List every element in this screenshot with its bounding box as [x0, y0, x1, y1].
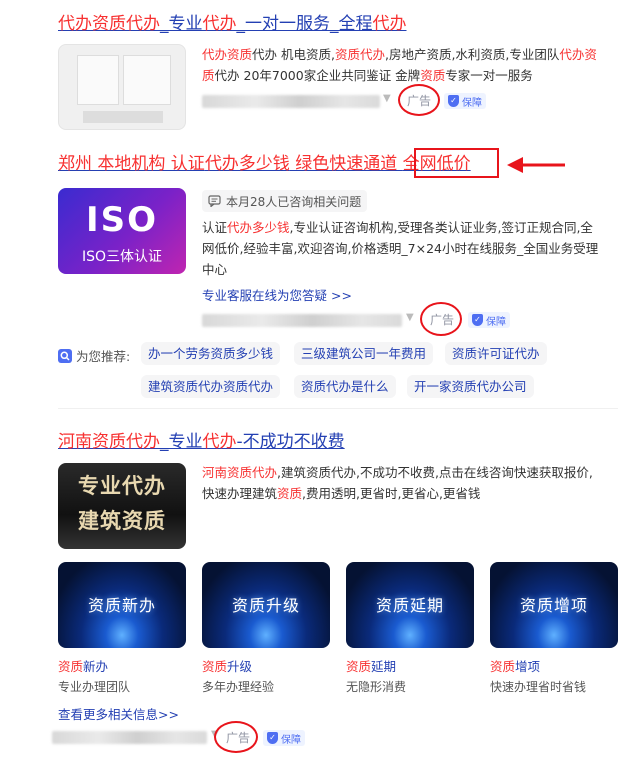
guarantee-badge[interactable]: ✓ 保障 [468, 312, 510, 328]
result-3-description: 河南资质代办,建筑资质代办,不成功不收费,点击在线咨询快速获取报价, 快速办理建… [202, 465, 593, 501]
annotation-circle [214, 721, 258, 753]
consult-count-tag: 本月28人已咨询相关问题 [202, 190, 368, 212]
certificate-doc-left [77, 55, 119, 105]
recommend-chip[interactable]: 资质代办是什么 [294, 375, 396, 398]
certificate-doc-right [123, 55, 171, 105]
recommend-chip[interactable]: 开一家资质代办公司 [407, 375, 534, 398]
recommend-header: 为您推荐: [58, 346, 130, 365]
annotation-circle [398, 84, 440, 116]
divider [58, 408, 618, 409]
result-2-title[interactable]: 郑州 本地机构 认证代办多少钱 绿色快速通道 全网低价 [58, 152, 471, 176]
service-tile-caption[interactable]: 资质新办 [58, 656, 108, 675]
annotation-box [414, 148, 499, 178]
recommend-chip[interactable]: 办一个劳务资质多少钱 [141, 342, 281, 365]
service-tile-caption[interactable]: 资质延期 [346, 656, 396, 675]
service-tile-image[interactable]: 资质升级 [202, 562, 330, 648]
chat-bubble-icon [208, 195, 221, 207]
iso-logo-text: ISO [85, 200, 159, 240]
blurred-source-url [52, 731, 207, 744]
certificate-stand [83, 111, 163, 123]
service-tile-subtitle: 多年办理经验 [202, 680, 275, 694]
recommend-chip[interactable]: 建筑资质代办资质代办 [141, 375, 281, 398]
result-1-title[interactable]: 代办资质代办_专业代办_一对一服务_全程代办 [58, 12, 407, 36]
certificate-thumbnail[interactable] [58, 44, 186, 130]
annotation-circle [420, 302, 462, 336]
shield-icon: ✓ [267, 732, 278, 744]
blurred-source-url [202, 95, 380, 108]
shield-icon: ✓ [472, 314, 483, 326]
chevron-down-icon[interactable]: ▼ [406, 312, 414, 323]
shield-icon: ✓ [448, 95, 459, 107]
recommend-chip[interactable]: 三级建筑公司一年费用 [294, 342, 434, 365]
agency-thumbnail[interactable]: 专业代办 建筑资质 [58, 463, 186, 549]
service-tile-caption[interactable]: 资质升级 [202, 656, 252, 675]
chevron-down-icon[interactable]: ▼ [383, 93, 391, 104]
service-tile-subtitle: 专业办理团队 [58, 680, 131, 694]
service-tile-subtitle: 快速办理省时省钱 [490, 680, 587, 694]
more-info-link[interactable]: 查看更多相关信息>> [58, 704, 179, 723]
result-1-description: 代办资质代办 机电资质,资质代办,房地产资质,水利资质,专业团队代办资 质代办 … [202, 47, 597, 83]
search-icon [58, 348, 72, 363]
service-tile-image[interactable]: 资质延期 [346, 562, 474, 648]
result-2-description: 认证代办多少钱,专业认证咨询机构,受理各类认证业务,签订正规合同,全 网低价,经… [202, 220, 599, 277]
recommend-chip[interactable]: 资质许可证代办 [445, 342, 547, 365]
annotation-arrow-icon [507, 157, 565, 173]
blurred-source-url [202, 314, 402, 327]
service-link[interactable]: 专业客服在线为您答疑 >> [202, 285, 352, 304]
service-tile-image[interactable]: 资质增项 [490, 562, 618, 648]
guarantee-badge[interactable]: ✓ 保障 [263, 730, 305, 746]
service-tile-caption[interactable]: 资质增项 [490, 656, 540, 675]
result-3-title[interactable]: 河南资质代办_专业代办-不成功不收费 [58, 430, 345, 454]
guarantee-badge[interactable]: ✓ 保障 [444, 93, 486, 109]
service-tile-image[interactable]: 资质新办 [58, 562, 186, 648]
service-tile-subtitle: 无隐形消费 [346, 680, 407, 694]
iso-subtitle: ISO三体认证 [81, 249, 163, 265]
iso-thumbnail[interactable]: ISO ISO三体认证 [58, 188, 186, 274]
